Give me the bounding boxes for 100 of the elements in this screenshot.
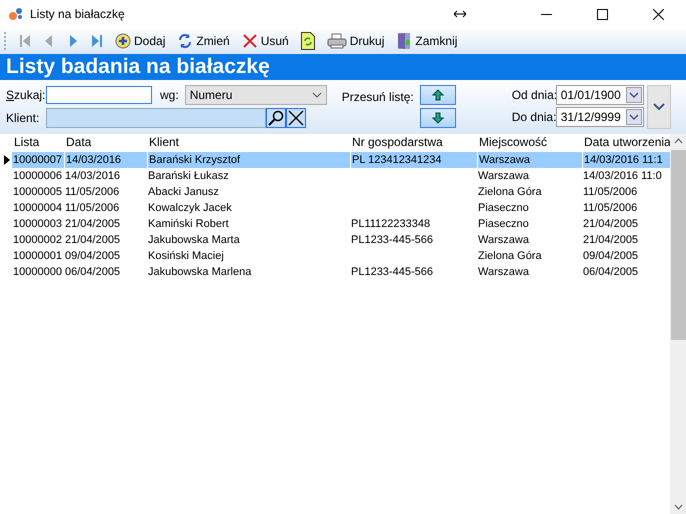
table-cell: 14/03/2016 11:0 (583, 170, 662, 182)
table-cell: 09/04/2005 (65, 250, 120, 262)
dropdown-button[interactable] (626, 87, 642, 103)
table-cell: Zielona Góra (478, 250, 542, 262)
triangle-right-icon (67, 34, 79, 48)
circular-arrows-icon (177, 33, 194, 49)
table-cell: Zielona Góra (478, 186, 542, 198)
table-cell: Barański Łukasz (148, 170, 229, 182)
printer-icon (326, 33, 347, 49)
table-cell: 11/05/2006 (583, 186, 638, 198)
clear-button[interactable] (286, 108, 306, 128)
close-icon[interactable] (653, 8, 664, 20)
table-cell: 21/04/2005 (65, 218, 120, 230)
table-cell: Jakubowska Marta (148, 234, 240, 246)
chevron-down-icon (628, 114, 639, 120)
table-cell: PL1233-445-566 (351, 234, 433, 246)
current-row-icon (4, 155, 10, 165)
table-cell: Warszawa (478, 170, 529, 182)
table-row[interactable]: 10000006 14/03/2016 Barański Łukasz Warszawa 14/03/2016 11:0 (4, 168, 670, 184)
table-cell: 10000004 (13, 202, 62, 214)
table-cell: 11/05/2006 (65, 186, 120, 198)
search-label: Szukaj: (6, 88, 46, 102)
cross-icon (242, 33, 258, 49)
move-down-button[interactable] (420, 108, 456, 128)
door-icon (396, 32, 412, 50)
table-row[interactable]: 10000005 11/05/2006 Abacki Janusz Zielona Góra 11/05/2006 (4, 184, 670, 200)
table-row[interactable]: 10000001 09/04/2005 Kosiński Maciej Zielona Góra 09/04/2005 (4, 248, 670, 264)
skip-start-icon (19, 34, 31, 48)
search-by-dropdown[interactable]: Numeru (184, 85, 327, 105)
window-title: Listy na białaczkę (30, 7, 126, 21)
table-row[interactable]: 10000000 06/04/2005 Jakubowska Marlena PL1233-445-566 Warszawa 06/04/2005 (4, 264, 670, 280)
table-cell: Kamiński Robert (148, 218, 229, 230)
table-cell: 09/04/2005 (583, 250, 638, 262)
search-field[interactable] (46, 86, 152, 104)
move-list-label: Przesuń listę: (342, 90, 414, 104)
table-cell: 10000003 (13, 218, 62, 230)
table-cell: Abacki Janusz (148, 186, 219, 198)
column-header[interactable]: Data utworzenia (582, 135, 670, 149)
column-header[interactable]: Klient (147, 135, 350, 149)
add-button[interactable]: Dodaj (110, 30, 170, 52)
table-cell: Piaseczno (478, 202, 529, 214)
table-cell: 14/03/2016 (66, 154, 122, 166)
refresh-document-icon (300, 32, 315, 50)
table-row[interactable]: 10000003 21/04/2005 Kamiński Robert PL11122233348 Piaseczno 21/04/2005 (4, 216, 670, 232)
app-icon (8, 7, 24, 21)
table-cell: Kosiński Maciej (148, 250, 224, 262)
table-cell: Piaseczno (478, 218, 529, 230)
table-cell: PL1233-445-566 (351, 266, 433, 278)
delete-button[interactable]: Usuń (236, 30, 294, 52)
scroll-up-icon[interactable] (674, 138, 682, 144)
table-cell: 10000006 (13, 170, 62, 182)
column-header[interactable]: Nr gospodarstwa (350, 135, 477, 149)
table-cell: 06/04/2005 (65, 266, 120, 278)
skip-end-icon (91, 34, 103, 48)
plus-icon (115, 33, 131, 49)
table-cell: 10000005 (13, 186, 62, 198)
table-cell: 11/05/2006 (65, 202, 120, 214)
close-button[interactable]: Zamknij (391, 30, 462, 52)
table-cell: PL11122233348 (351, 218, 430, 230)
vertical-scrollbar[interactable] (670, 134, 686, 514)
table-cell: Jakubowska Marlena (148, 266, 252, 278)
date-from-label: Od dnia: (512, 88, 556, 102)
scroll-down-icon[interactable] (674, 504, 682, 510)
client-label: Klient: (6, 111, 40, 125)
dropdown-button[interactable] (626, 109, 642, 125)
table-cell: 11/05/2006 (583, 202, 638, 214)
table-cell: 21/04/2005 (583, 218, 638, 230)
table-cell: 21/04/2005 (65, 234, 120, 246)
client-field[interactable] (46, 108, 266, 128)
table-row[interactable]: 10000002 21/04/2005 Jakubowska Marta PL1233-445-566 Warszawa 21/04/2005 (4, 232, 670, 248)
table-cell: 06/04/2005 (583, 266, 638, 278)
search-icon (268, 110, 284, 126)
date-to-label: Do dnia: (512, 110, 556, 124)
table-row[interactable]: 10000004 11/05/2006 Kowalczyk Jacek Piaseczno 11/05/2006 (4, 200, 670, 216)
table-cell: 14/03/2016 (65, 170, 120, 182)
maximize-icon[interactable] (597, 8, 608, 20)
date-from-field[interactable]: 01/01/1900 (556, 85, 644, 105)
expand-button[interactable] (646, 85, 671, 129)
search-button[interactable] (266, 108, 286, 128)
search-by-label: wg: (160, 88, 179, 102)
table-cell: 10000000 (13, 266, 62, 278)
table-cell: 10000007 (13, 154, 62, 166)
table-cell: Barański Krzysztof (149, 154, 240, 166)
arrow-up-icon (432, 89, 444, 101)
cross-icon (288, 110, 304, 126)
table-cell: 21/04/2005 (583, 234, 638, 246)
move-up-button[interactable] (420, 85, 456, 105)
table-cell: 14/03/2016 11:1 (584, 154, 663, 166)
column-header[interactable]: Miejscowość (477, 135, 582, 149)
print-button[interactable]: Drukuj (322, 30, 390, 52)
chevron-down-icon (652, 103, 665, 111)
column-header[interactable]: Data (64, 135, 147, 149)
table-cell: PL 123412341234 (352, 154, 442, 166)
resize-icon (454, 10, 466, 18)
date-to-field[interactable]: 31/12/9999 (556, 107, 644, 127)
column-header[interactable]: Lista (12, 135, 64, 149)
table-cell: Warszawa (478, 266, 529, 278)
table-row[interactable]: 10000007 14/03/2016 Barański Krzysztof PL 123412341234 Warszawa 14/03/2016 11:1 (4, 152, 670, 168)
table-cell: Warszawa (478, 234, 529, 246)
edit-button[interactable]: Zmień (172, 30, 235, 52)
